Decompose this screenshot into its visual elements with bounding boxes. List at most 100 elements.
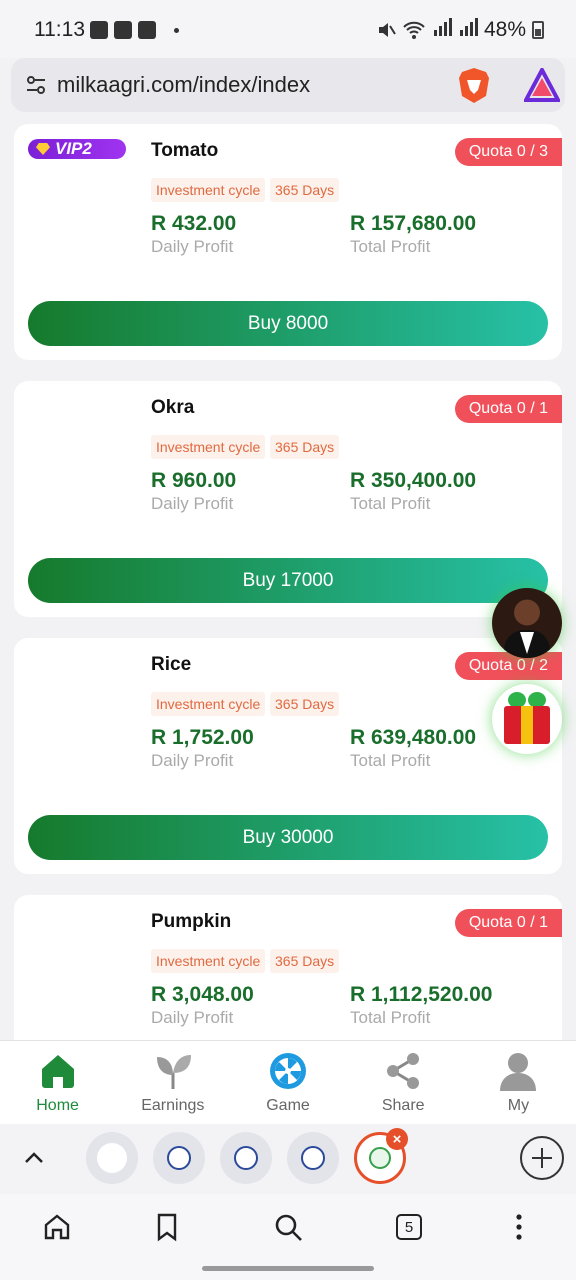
wheel-icon	[270, 1053, 306, 1089]
site-favicon	[301, 1146, 325, 1170]
site-settings-icon[interactable]	[25, 74, 47, 96]
more-menu-icon[interactable]	[504, 1212, 534, 1242]
daily-profit-label: Daily Profit	[151, 494, 234, 513]
search-icon[interactable]	[273, 1212, 303, 1242]
bookmark-icon[interactable]	[152, 1212, 182, 1242]
share-icon	[387, 1053, 420, 1089]
nav-label: Earnings	[141, 1097, 205, 1114]
total-profit-value: R 1,112,520.00	[350, 983, 493, 1006]
nav-label: Game	[266, 1097, 310, 1114]
browser-toolbar: 5	[0, 1194, 576, 1280]
address-bar[interactable]: milkaagri.com/index/index	[11, 58, 565, 112]
tab-thumbnail[interactable]	[153, 1132, 205, 1184]
signal-icon-2	[458, 18, 478, 42]
home-icon	[41, 1055, 74, 1088]
customer-service-avatar[interactable]	[492, 588, 562, 658]
mute-icon	[378, 23, 396, 37]
diamond-icon	[36, 143, 50, 155]
tab-thumbnail[interactable]	[287, 1132, 339, 1184]
chevron-up-icon[interactable]	[22, 1146, 46, 1170]
total-profit-label: Total Profit	[350, 751, 431, 770]
system-status: 48%	[376, 18, 544, 42]
vip-label: VIP2	[55, 139, 92, 158]
site-favicon	[167, 1146, 191, 1170]
daily-profit-value: R 3,048.00	[151, 983, 254, 1006]
product-name: Okra	[151, 397, 195, 418]
site-favicon	[234, 1146, 258, 1170]
product-card: Rice Quota 0 / 2 Investment cycle 365 Da…	[14, 638, 562, 874]
total-profit-value: R 350,400.00	[350, 469, 477, 492]
total-profit-label: Total Profit	[350, 1008, 431, 1027]
days-tag: 365 Days	[270, 435, 340, 459]
product-name: Pumpkin	[151, 911, 232, 932]
total-profit-label: Total Profit	[350, 494, 431, 513]
cycle-tag: Investment cycle	[151, 949, 266, 973]
cycle-tag: Investment cycle	[151, 178, 266, 202]
site-favicon	[369, 1147, 391, 1169]
buy-button[interactable]: Buy 8000	[28, 301, 548, 346]
buy-button[interactable]: Buy 17000	[28, 558, 548, 603]
daily-profit-label: Daily Profit	[151, 1008, 234, 1027]
gallery-icon	[90, 21, 108, 39]
nav-label: Share	[381, 1097, 425, 1114]
daily-profit-value: R 432.00	[151, 212, 237, 235]
daily-profit-value: R 1,752.00	[151, 726, 254, 749]
brave-shields-icon[interactable]	[456, 66, 492, 104]
product-card: VIP2 Tomato Quota 0 / 3 Investment cycle…	[14, 124, 562, 360]
total-profit-value: R 639,480.00	[350, 726, 477, 749]
tab-thumbnail[interactable]	[86, 1132, 138, 1184]
status-time: 11:13	[34, 18, 85, 41]
close-tab-button[interactable]: ×	[386, 1128, 408, 1150]
bottom-nav: Home Earnings Game Share My	[0, 1040, 576, 1124]
product-list[interactable]: VIP2 Tomato Quota 0 / 3 Investment cycle…	[0, 124, 576, 1040]
daily-profit-label: Daily Profit	[151, 751, 234, 770]
nav-label: Home	[36, 1097, 79, 1114]
days-tag: 365 Days	[270, 949, 340, 973]
product-card: Pumpkin Quota 0 / 1 Investment cycle 365…	[14, 895, 562, 1040]
nav-label: My	[507, 1097, 530, 1114]
daily-profit-label: Daily Profit	[151, 237, 234, 256]
signal-icon	[432, 18, 452, 42]
quota-badge: Quota 0 / 1	[454, 395, 562, 423]
battery-icon	[532, 21, 544, 39]
product-card: Okra Quota 0 / 1 Investment cycle 365 Da…	[14, 381, 562, 617]
days-tag: 365 Days	[270, 178, 340, 202]
tab-thumbnail[interactable]	[220, 1132, 272, 1184]
gift-ribbon	[521, 706, 533, 744]
gesture-bar[interactable]	[202, 1266, 374, 1271]
user-icon	[500, 1053, 537, 1091]
home-icon[interactable]	[42, 1212, 72, 1242]
more-notifications-icon	[174, 27, 179, 33]
notification-icons	[90, 21, 179, 39]
days-tag: 365 Days	[270, 692, 340, 716]
total-profit-value: R 157,680.00	[350, 212, 477, 235]
plant-icon	[156, 1055, 191, 1089]
nav-item-home[interactable]: Home	[0, 1041, 115, 1124]
cycle-tag: Investment cycle	[151, 435, 266, 459]
cycle-tag: Investment cycle	[151, 692, 266, 716]
daily-profit-value: R 960.00	[151, 469, 237, 492]
product-name: Rice	[151, 654, 192, 675]
url-text[interactable]: milkaagri.com/index/index	[57, 72, 310, 98]
tab-count-button[interactable]: 5	[396, 1214, 422, 1240]
tab-strip	[0, 1124, 576, 1194]
vip-badge: VIP2	[28, 139, 126, 159]
nav-item-earnings[interactable]: Earnings	[115, 1041, 230, 1124]
status-bar: 11:13 48%	[0, 0, 576, 58]
app-notification-icon	[114, 21, 132, 39]
nav-item-game[interactable]: Game	[230, 1041, 345, 1124]
new-tab-button[interactable]	[520, 1136, 564, 1180]
quota-badge: Quota 0 / 1	[454, 909, 562, 937]
blank-tab-icon	[97, 1143, 127, 1173]
mail-icon	[138, 21, 156, 39]
nav-item-my[interactable]: My	[461, 1041, 576, 1124]
wifi-icon	[403, 21, 425, 39]
quota-badge: Quota 0 / 3	[454, 138, 562, 166]
product-name: Tomato	[151, 140, 219, 161]
total-profit-label: Total Profit	[350, 237, 431, 256]
battery-percent: 48%	[483, 18, 526, 41]
nav-item-share[interactable]: Share	[346, 1041, 461, 1124]
buy-button[interactable]: Buy 30000	[28, 815, 548, 860]
brave-rewards-icon[interactable]	[524, 68, 560, 102]
gift-button[interactable]	[492, 684, 562, 754]
